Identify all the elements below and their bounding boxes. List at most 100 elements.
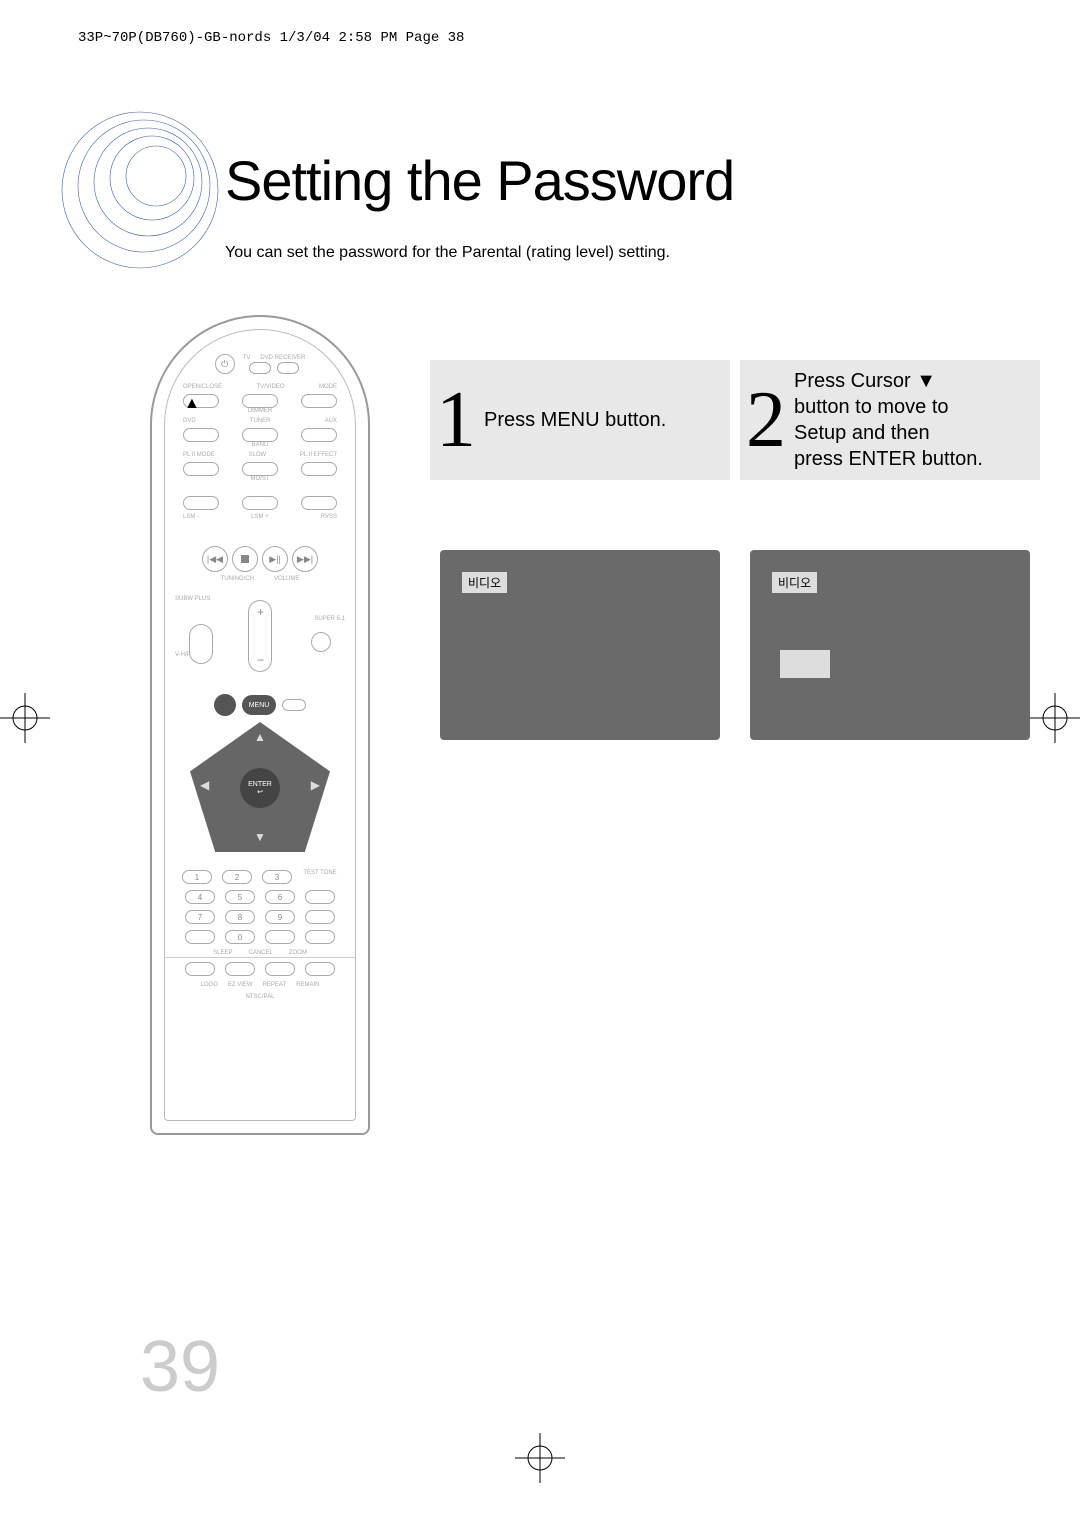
pleffect-button (301, 462, 337, 476)
open-close-button: ▲ (183, 394, 219, 408)
num-8: 8 (225, 910, 255, 924)
step-2-line4: press ENTER button. (794, 448, 983, 470)
power-icon: ⏻ (215, 354, 235, 374)
num-4: 4 (185, 890, 215, 904)
tuning-volume-rocker (248, 600, 272, 672)
num-9: 9 (265, 910, 295, 924)
label-tuner: TUNER (250, 418, 271, 424)
label-band: BAND (175, 442, 345, 448)
plmode-button (183, 462, 219, 476)
rvss-button (301, 496, 337, 510)
label-slow: SLOW (249, 452, 267, 458)
label-remain: REMAIN (296, 982, 319, 988)
super51-button (311, 632, 331, 652)
tv-select-button (249, 362, 271, 374)
test-tone-button (305, 890, 335, 904)
sound-edit-button (305, 910, 335, 924)
page-title: Setting the Password (225, 148, 734, 213)
step-1-text: Press MENU button. (484, 407, 666, 433)
label-repeat: REPEAT (263, 982, 287, 988)
label-subw: SUBW PLUS (175, 596, 210, 602)
lsm-plus-button (242, 496, 278, 510)
num-6: 6 (265, 890, 295, 904)
subw-vhp-rocker (189, 624, 213, 664)
label-zoom: ZOOM (289, 950, 307, 956)
remote-control-illustration: ⏻ TV DVD RECEIVER OPEN/CLOSE TV/VIDEO MO… (150, 315, 370, 1135)
num-7: 7 (185, 910, 215, 924)
zoom-button (305, 930, 335, 944)
dvd-select-button (277, 362, 299, 374)
step-2-screen: 비디오 (750, 550, 1030, 740)
num-1: 1 (182, 870, 212, 884)
play-pause-button: ▶|| (262, 546, 288, 572)
crop-mark-left (0, 688, 60, 748)
label-tv-video: TV/VIDEO (257, 384, 285, 390)
dimmer-button (242, 394, 278, 408)
enter-label: ENTER (248, 781, 272, 788)
label-tuning: TUNING/CH (221, 576, 254, 582)
enter-button: ENTER ↩ (240, 768, 280, 808)
step-2-line2: button to move to (794, 396, 949, 418)
step-2-number: 2 (746, 380, 786, 460)
label-most: MO/ST (175, 476, 345, 482)
num-2: 2 (222, 870, 252, 884)
print-job-header: 33P~70P(DB760)-GB-nords 1/3/04 2:58 PM P… (78, 30, 464, 46)
lsm-minus-button (183, 496, 219, 510)
label-ntsc-pal: NTSC/PAL (175, 994, 345, 1000)
step-2-line1: Press Cursor ▼ (794, 370, 936, 392)
label-dvd: DVD (183, 418, 196, 424)
dpad-up-icon: ▲ (254, 730, 266, 744)
dpad-right-icon: ▶ (311, 778, 320, 792)
most-button (242, 462, 278, 476)
num-0: 0 (225, 930, 255, 944)
label-pleffect: PL II EFFECT (300, 452, 337, 458)
logo-button (185, 962, 215, 976)
dpad: ▲ ▼ ◀ ▶ ENTER ↩ (190, 722, 330, 852)
step-2: 2 Press Cursor ▼ button to move to Setup… (740, 360, 1040, 740)
remote-divider (164, 957, 356, 958)
next-button: ▶▶| (292, 546, 318, 572)
label-aux: AUX (325, 418, 337, 424)
aux-button (301, 428, 337, 442)
return-button (211, 691, 239, 719)
label-open-close: OPEN/CLOSE (183, 384, 222, 390)
label-tv: TV (243, 355, 251, 361)
menu-button: MENU (242, 695, 276, 715)
label-dimmer: DIMMER (175, 408, 345, 414)
stop-button (232, 546, 258, 572)
repeat-button (265, 962, 295, 976)
step-1: 1 Press MENU button. 비디오 (430, 360, 730, 740)
dpad-down-icon: ▼ (254, 830, 266, 844)
label-plmode: PL II MODE (183, 452, 215, 458)
step-2-line3: Setup and then (794, 422, 930, 444)
ez-view-button (225, 962, 255, 976)
label-volume: VOLUME (274, 576, 299, 582)
num-5: 5 (225, 890, 255, 904)
step-2-screen-highlight (780, 650, 830, 678)
page-subtitle: You can set the password for the Parenta… (225, 244, 670, 262)
label-cancel: CANCEL (249, 950, 273, 956)
label-ez-view: EZ VIEW (228, 982, 253, 988)
mode-button (301, 394, 337, 408)
step-2-screen-label: 비디오 (772, 572, 817, 593)
label-logo: LOGO (201, 982, 218, 988)
prev-button: |◀◀ (202, 546, 228, 572)
label-dvd-receiver: DVD RECEIVER (260, 355, 305, 361)
dpad-left-icon: ◀ (200, 778, 209, 792)
label-mode: MODE (319, 384, 337, 390)
page-number: 39 (140, 1326, 220, 1408)
remain-button (305, 962, 335, 976)
cancel-button (265, 930, 295, 944)
label-rvss: RVSS (321, 514, 337, 520)
dvd-button (183, 428, 219, 442)
step-1-screen-label: 비디오 (462, 572, 507, 593)
step-1-number: 1 (436, 380, 476, 460)
label-super51: SUPER 5.1 (314, 616, 345, 622)
info-button (282, 699, 306, 711)
crop-mark-bottom (515, 1433, 565, 1488)
band-button (242, 428, 278, 442)
label-test-tone: TEST TONE (302, 870, 338, 884)
crop-mark-right (1020, 688, 1080, 748)
label-lsm-minus: LSM - (183, 514, 199, 520)
num-3: 3 (262, 870, 292, 884)
